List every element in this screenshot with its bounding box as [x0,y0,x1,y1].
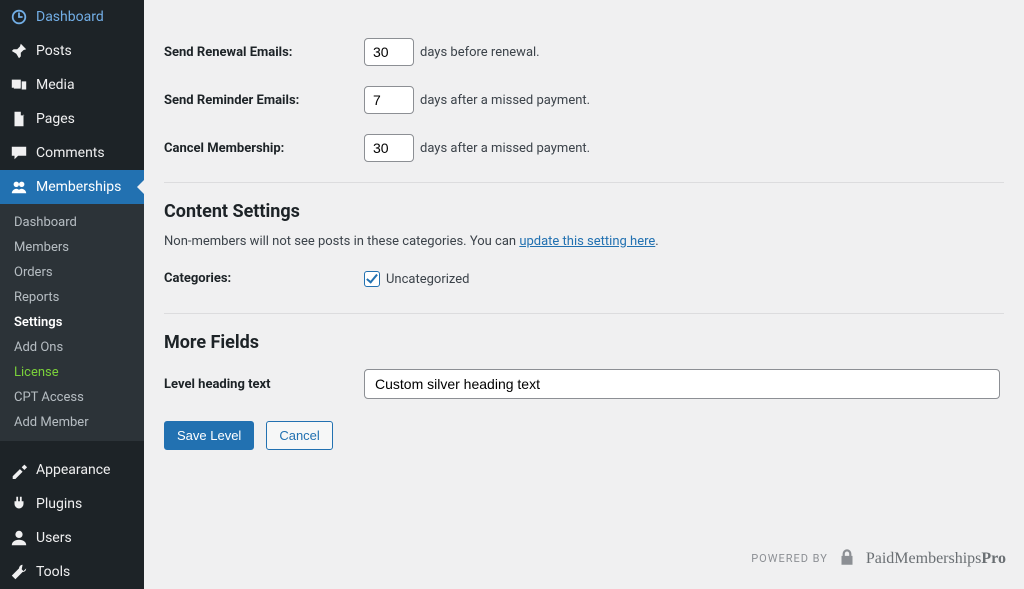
submenu-item-reports[interactable]: Reports [0,285,144,310]
sidebar-item-label: Dashboard [36,9,104,25]
sidebar-item-plugins[interactable]: Plugins [0,487,144,521]
reminder-input[interactable] [364,86,414,114]
submenu-item-addons[interactable]: Add Ons [0,335,144,360]
submenu-item-dashboard[interactable]: Dashboard [0,210,144,235]
update-setting-link[interactable]: update this setting here [519,234,655,249]
level-heading-input[interactable] [364,369,1000,399]
categories-label: Categories: [164,267,364,287]
sidebar-item-comments[interactable]: Comments [0,136,144,170]
sidebar-item-tools[interactable]: Tools [0,555,144,589]
row-categories: Categories: Uncategorized [164,267,1004,287]
brand-light: PaidMemberships [866,550,982,567]
sidebar-item-pages[interactable]: Pages [0,102,144,136]
renewal-input[interactable] [364,38,414,66]
desc-suffix: . [655,234,658,249]
sidebar-item-label: Media [36,77,75,93]
memberships-icon [10,178,28,196]
sidebar-item-users[interactable]: Users [0,521,144,555]
brand-name: PaidMembershipsPro [866,550,1006,568]
submenu-item-license[interactable]: License [0,360,144,385]
main-content: Send Renewal Emails: days before renewal… [144,0,1024,589]
cancel-label: Cancel Membership: [164,141,364,156]
sidebar-item-appearance[interactable]: Appearance [0,453,144,487]
reminder-label: Send Reminder Emails: [164,93,364,108]
sidebar-item-label: Users [36,530,72,546]
submenu-item-orders[interactable]: Orders [0,260,144,285]
sidebar-item-label: Pages [36,111,75,127]
appearance-icon [10,461,28,479]
menu-separator [0,441,144,453]
dashboard-icon [10,8,28,26]
sidebar-item-label: Posts [36,43,72,59]
sidebar-item-media[interactable]: Media [0,68,144,102]
sidebar-item-label: Comments [36,145,105,161]
cancel-input[interactable] [364,134,414,162]
divider [164,182,1004,183]
button-row: Save Level Cancel [164,421,1004,450]
pages-icon [10,110,28,128]
more-fields-title: More Fields [164,332,1004,353]
renewal-suffix: days before renewal. [420,45,540,60]
sidebar-item-label: Memberships [36,179,121,195]
submenu-item-cptaccess[interactable]: CPT Access [0,385,144,410]
reminder-suffix: days after a missed payment. [420,93,590,108]
renewal-label: Send Renewal Emails: [164,45,364,60]
row-reminder-emails: Send Reminder Emails: days after a misse… [164,86,1004,114]
memberships-submenu: Dashboard Members Orders Reports Setting… [0,204,144,441]
users-icon [10,529,28,547]
category-uncategorized-checkbox[interactable] [364,271,380,287]
tools-icon [10,563,28,581]
divider [164,313,1004,314]
content-settings-desc: Non-members will not see posts in these … [164,234,1004,249]
row-level-heading: Level heading text [164,369,1004,399]
submenu-item-addmember[interactable]: Add Member [0,410,144,435]
level-heading-label: Level heading text [164,377,364,392]
row-cancel-membership: Cancel Membership: days after a missed p… [164,134,1004,162]
submenu-item-settings[interactable]: Settings [0,310,144,335]
media-icon [10,76,28,94]
plugins-icon [10,495,28,513]
row-renewal-emails: Send Renewal Emails: days before renewal… [164,38,1004,66]
cancel-button[interactable]: Cancel [266,421,332,450]
pin-icon [10,42,28,60]
sidebar-item-label: Appearance [36,462,110,478]
sidebar-item-label: Plugins [36,496,82,512]
lock-icon [836,546,858,571]
admin-sidebar: Dashboard Posts Media Pages Comments Mem… [0,0,144,589]
desc-prefix: Non-members will not see posts in these … [164,234,519,249]
cancel-suffix: days after a missed payment. [420,141,590,156]
save-level-button[interactable]: Save Level [164,421,254,450]
brand-bold: Pro [981,550,1006,567]
sidebar-item-posts[interactable]: Posts [0,34,144,68]
comments-icon [10,144,28,162]
powered-prefix: POWERED BY [751,552,828,565]
powered-by: POWERED BY PaidMembershipsPro [751,546,1006,571]
sidebar-item-dashboard[interactable]: Dashboard [0,0,144,34]
submenu-item-members[interactable]: Members [0,235,144,260]
sidebar-item-memberships[interactable]: Memberships [0,170,144,204]
content-settings-title: Content Settings [164,201,1004,222]
sidebar-item-label: Tools [36,564,70,580]
category-uncategorized-label: Uncategorized [386,272,469,287]
